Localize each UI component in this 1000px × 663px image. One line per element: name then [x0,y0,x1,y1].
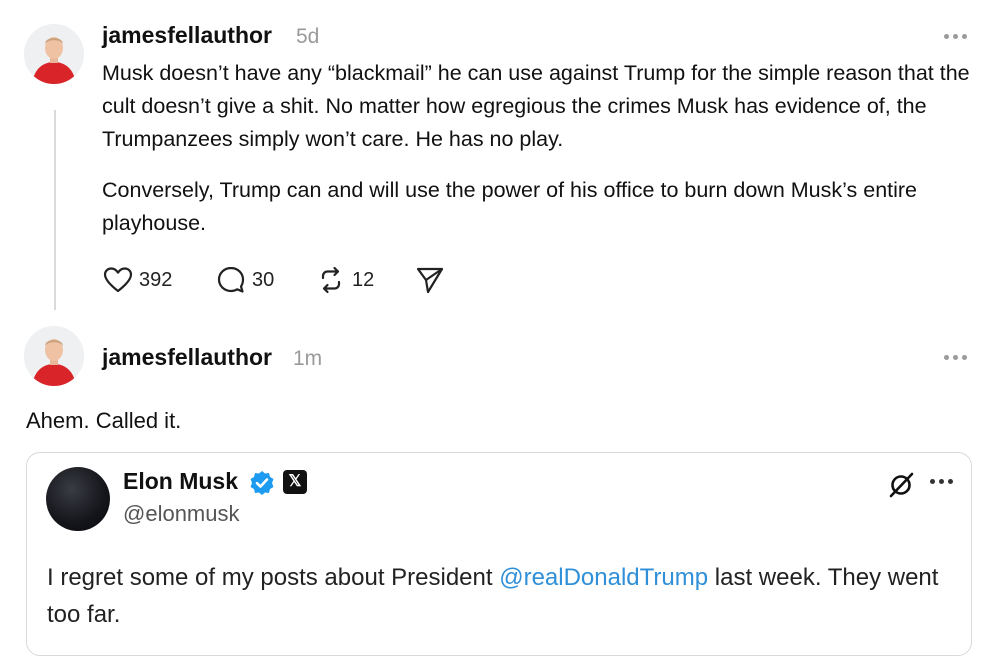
like-count: 392 [139,268,173,291]
heart-icon [103,267,133,293]
like-button[interactable]: 392 [103,264,172,296]
reply-text: Ahem. Called it. [26,408,182,433]
avatar[interactable] [24,24,84,84]
repost-button[interactable]: 12 [316,264,374,296]
more-icon[interactable] [944,351,974,363]
post-paragraph-1: Musk doesn’t have any “blackmail” he can… [102,61,970,151]
x-badge-icon: 𝕏 [283,470,307,494]
handle[interactable]: @elonmusk [123,501,240,527]
profile-photo [24,326,84,386]
share-button[interactable] [415,264,445,296]
quoted-text-start: I regret some of my posts about Presiden… [47,564,500,591]
mention-link[interactable]: @realDonaldTrump [499,564,708,591]
repost-icon [321,266,341,294]
timestamp[interactable]: 1m [293,347,322,371]
more-icon[interactable] [930,477,958,487]
reply-count: 30 [252,268,275,291]
repost-count: 12 [352,268,375,291]
profile-photo [24,24,84,84]
quoted-post-text: I regret some of my posts about Presiden… [47,559,957,633]
verified-icon [250,471,274,495]
grok-icon[interactable] [887,471,915,499]
display-name[interactable]: Elon Musk [123,468,238,495]
username[interactable]: jamesfellauthor [102,344,272,371]
share-icon [416,267,444,294]
username[interactable]: jamesfellauthor [102,22,272,49]
post-paragraph-2: Conversely, Trump can and will use the p… [102,178,918,235]
avatar[interactable] [24,326,84,386]
reply-icon [217,266,245,293]
reply-button[interactable]: 30 [216,264,274,296]
more-icon[interactable] [944,30,974,42]
quoted-post-card[interactable]: Elon Musk 𝕏 @elonmusk I regret some of m… [26,452,972,656]
timestamp[interactable]: 5d [296,25,319,49]
thread-line [54,110,56,310]
avatar[interactable] [46,467,110,531]
